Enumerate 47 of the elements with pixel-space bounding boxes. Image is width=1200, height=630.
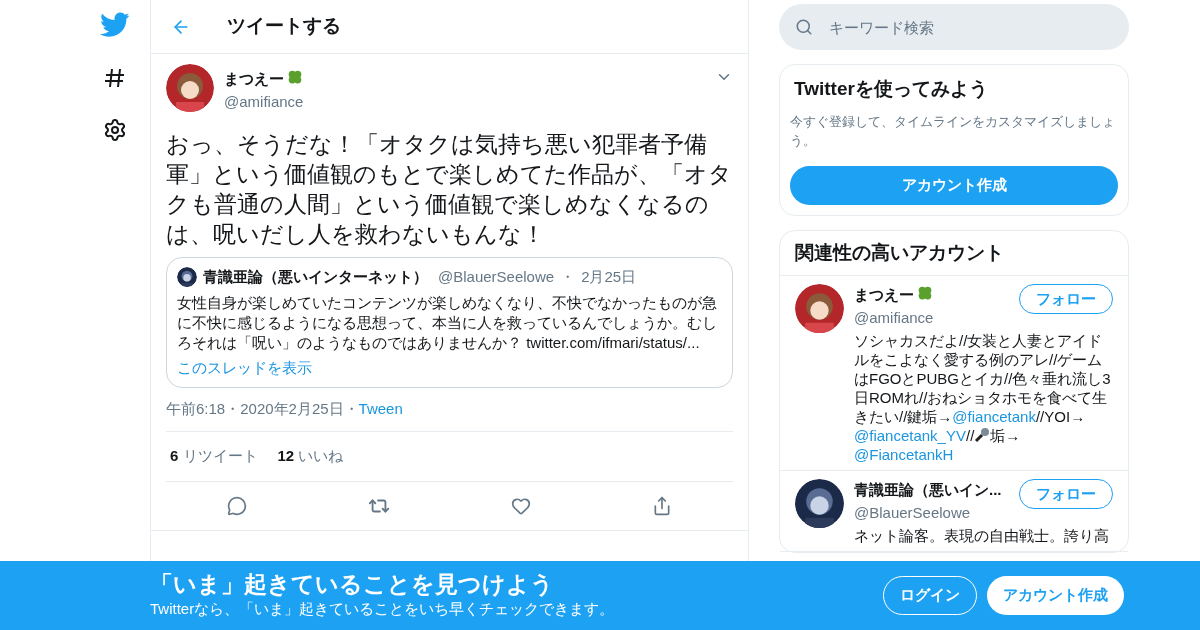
account-bio: ネット論客。表現の自由戦士。誇り高 [854,526,1110,545]
author-handle[interactable]: @amifiance [224,90,705,113]
source-link[interactable]: Tween [358,398,403,421]
banner-text: Twitterなら、「いま」起きていることをいち早くチェックできます。 [150,599,616,620]
show-thread-link[interactable]: このスレッドを表示 [177,356,312,379]
share-icon[interactable] [652,496,673,516]
avatar [795,284,844,333]
hashtag-icon[interactable] [103,66,127,90]
author-name[interactable]: まつえー [224,68,705,91]
quoted-tweet[interactable]: 青識亜論（悪いインターネット） @BlauerSeelowe ・ 2月25日 女性自身が楽しめていたコンテンツが楽しめなくなり、不快でなかったものが急に不快に感じるようになる思想って、本当に人を救っているんでしょうか。むしろそれは「呪い」のようなものではありませんか？ twitter.com/ifmari/status/... このスレッドを表示 [166,257,733,388]
tweet-time: 午前6:18 [166,399,226,420]
quoted-date: 2月25日 [581,267,637,287]
account-bio: ソシャカスだよ//女装と人妻とアイドルをこよなく愛する例のアレ//ゲームはFGOとPUBGとイカ//色々垂れ流し3日ROMれ//おねショタホモを食べて生きたい//鍵垢→@fiancetank//YOI→ @fiancetank_YV// 垢→ @FiancetankH [854,331,1112,464]
quoted-text: 女性自身が楽しめていたコンテンツが楽しめなくなり、不快でなかったものが急に不快に感じるようになる思想って、本当に人を救っているんでしょうか。むしろそれは「呪い」のようなものではありませんか？ twitter.com/ifmari/status/... [177,292,718,353]
mention-link[interactable]: @fiancetank_YV [854,427,966,444]
separator-dot: ・ [343,399,359,420]
separator-dot: ・ [560,267,576,287]
page-title: ツイートする [227,14,341,39]
quoted-author-name: 青識亜論（悪いインターネット） [203,267,428,287]
account-name[interactable]: まつえー [854,284,934,307]
search-field[interactable]: キーワード検索 [779,4,1129,50]
signup-button[interactable]: アカウント作成 [987,576,1124,615]
settings-icon[interactable] [103,118,127,142]
avatar [166,64,214,112]
separator-dot: ・ [225,399,241,420]
mention-link[interactable]: @fiancetank [952,408,1036,425]
account-handle[interactable]: @BlauerSeelowe [854,501,1002,524]
search-icon [795,18,813,36]
quoted-author-handle: @BlauerSeelowe [438,267,555,287]
tweet-date: 2020年2月25日 [240,399,344,420]
card-title: Twitterを使ってみよう [793,77,989,101]
tweet-text: おっ、そうだな！「オタクは気持ち悪い犯罪者予備軍」という価値観のもとで楽しめてた作品が、「オタクも普通の人間」という価値観で楽しめなくなるのは、呪いだし人を救わないもんな！ [166,130,733,249]
like-icon[interactable] [511,496,532,516]
stat-link[interactable]: 12 いいね [277,445,344,468]
reply-icon[interactable] [226,496,247,516]
avatar [177,267,197,288]
card-text: 今すぐ登録して、タイムラインをカスタマイズしましょう。 [790,112,1116,150]
mention-link[interactable]: @FiancetankH [854,446,954,463]
bird-logo-icon[interactable] [100,12,130,38]
avatar [795,479,844,528]
microphone-icon [974,427,991,443]
account-name[interactable]: 青識亜論（悪いイン... [854,479,1002,502]
account-handle[interactable]: @amifiance [854,306,934,329]
signup-button[interactable]: アカウント作成 [790,165,1118,205]
banner-title: 「いま」起きていることを見つけよう [150,570,555,599]
stat-link[interactable]: 6 リツイート [170,445,258,468]
card-title: 関連性の高いアカウント [780,230,1128,276]
